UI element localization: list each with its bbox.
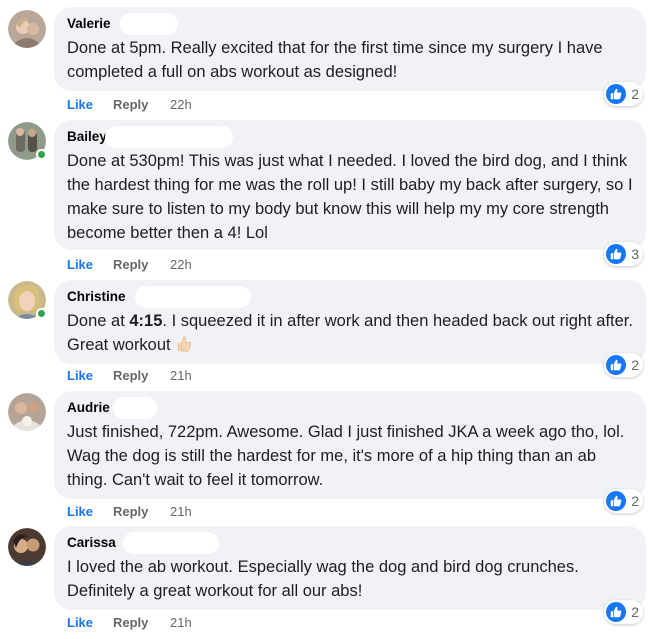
reply-button[interactable]: Reply: [113, 504, 170, 519]
name-redaction: [120, 13, 178, 35]
comment-actions: Like Reply 21h: [67, 368, 192, 383]
like-button[interactable]: Like: [67, 97, 113, 112]
reply-button[interactable]: Reply: [113, 257, 170, 272]
timestamp[interactable]: 22h: [170, 97, 192, 112]
reaction-count: 2: [631, 357, 639, 373]
like-icon: [606, 244, 627, 264]
thumbs-up-emoji: [177, 336, 191, 352]
reaction-count: 3: [631, 246, 639, 262]
comment-item: Christine Done at 4:15. I squeezed it in…: [0, 280, 649, 390]
comment-item: Carissa I loved the ab workout. Especial…: [0, 525, 649, 639]
comment-bubble: Audrie Just finished, 722pm. Awesome. Gl…: [54, 391, 646, 499]
like-button[interactable]: Like: [67, 257, 113, 272]
comment-author[interactable]: Audrie: [67, 397, 634, 419]
comment-bubble: Bailey Done at 530pm! This was just what…: [54, 120, 646, 250]
timestamp[interactable]: 21h: [170, 615, 192, 630]
timestamp[interactable]: 21h: [170, 504, 192, 519]
reaction-count: 2: [631, 493, 639, 509]
reaction-count: 2: [631, 86, 639, 102]
comment-author[interactable]: Bailey: [67, 126, 634, 148]
online-status-indicator: [36, 308, 47, 319]
comment-item: Audrie Just finished, 722pm. Awesome. Gl…: [0, 390, 649, 525]
like-icon: [606, 491, 627, 511]
avatar[interactable]: [8, 393, 46, 431]
comment-actions: Like Reply 22h: [67, 97, 192, 112]
author-name[interactable]: Carissa: [67, 535, 116, 550]
reaction-summary[interactable]: 2: [604, 489, 643, 513]
comment-actions: Like Reply 21h: [67, 504, 192, 519]
name-redaction: [135, 286, 251, 308]
author-name[interactable]: Audrie: [67, 400, 110, 415]
like-button[interactable]: Like: [67, 615, 113, 630]
online-status-indicator: [36, 149, 47, 160]
comment-text: Done at 4:15. I squeezed it in after wor…: [67, 309, 634, 357]
author-name[interactable]: Christine: [67, 289, 126, 304]
avatar-photo: [8, 10, 46, 48]
name-redaction: [113, 397, 157, 419]
avatar-photo: [8, 528, 46, 566]
like-button[interactable]: Like: [67, 368, 113, 383]
like-icon: [606, 355, 627, 375]
reply-button[interactable]: Reply: [113, 368, 170, 383]
timestamp[interactable]: 22h: [170, 257, 192, 272]
reply-button[interactable]: Reply: [113, 615, 170, 630]
comment-item: Bailey Done at 530pm! This was just what…: [0, 118, 649, 280]
text-highlight: 4:15: [129, 312, 163, 330]
comment-item: Valerie Done at 5pm. Really excited that…: [0, 0, 649, 118]
avatar[interactable]: [8, 528, 46, 566]
like-icon: [606, 602, 627, 622]
comment-author[interactable]: Carissa: [67, 532, 634, 554]
comment-bubble: Valerie Done at 5pm. Really excited that…: [54, 7, 646, 91]
avatar[interactable]: [8, 122, 47, 160]
name-redaction: [123, 532, 219, 554]
like-icon: [606, 84, 627, 104]
avatar-photo: [8, 393, 46, 431]
comment-text: Done at 530pm! This was just what I need…: [67, 152, 633, 242]
comment-actions: Like Reply 21h: [67, 615, 192, 630]
comment-text: I loved the ab workout. Especially wag t…: [67, 558, 579, 600]
reply-button[interactable]: Reply: [113, 97, 170, 112]
avatar[interactable]: [8, 281, 47, 319]
reaction-count: 2: [631, 604, 639, 620]
comment-feed: Valerie Done at 5pm. Really excited that…: [0, 0, 649, 639]
comment-author[interactable]: Christine: [67, 286, 634, 308]
reaction-summary[interactable]: 3: [604, 242, 643, 266]
reaction-summary[interactable]: 2: [604, 600, 643, 624]
author-name[interactable]: Bailey: [67, 129, 107, 144]
comment-text: Done at 5pm. Really excited that for the…: [67, 39, 603, 81]
avatar[interactable]: [8, 10, 46, 48]
text-segment: Done at: [67, 312, 130, 330]
author-name[interactable]: Valerie: [67, 16, 111, 31]
comment-actions: Like Reply 22h: [67, 257, 192, 272]
like-button[interactable]: Like: [67, 504, 113, 519]
comment-author[interactable]: Valerie: [67, 13, 634, 35]
name-redaction: [105, 126, 233, 148]
reaction-summary[interactable]: 2: [604, 353, 643, 377]
comment-bubble: Carissa I loved the ab workout. Especial…: [54, 526, 646, 610]
reaction-summary[interactable]: 2: [604, 82, 643, 106]
comment-text: Just finished, 722pm. Awesome. Glad I ju…: [67, 423, 625, 489]
comment-bubble: Christine Done at 4:15. I squeezed it in…: [54, 280, 646, 364]
timestamp[interactable]: 21h: [170, 368, 192, 383]
